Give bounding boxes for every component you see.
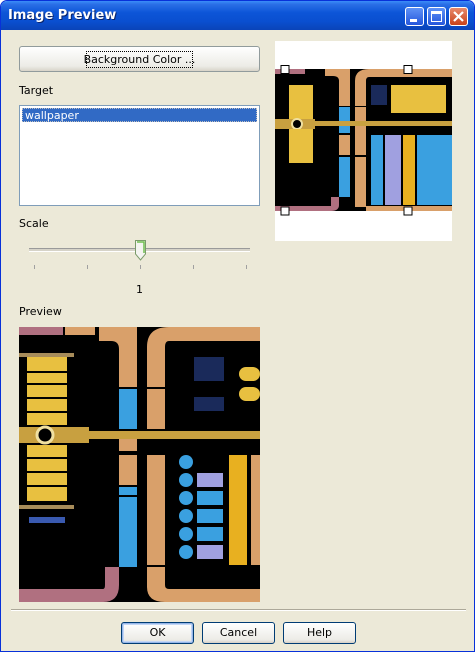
preview-image [19,327,260,602]
target-label: Target [19,84,54,97]
background-color-button[interactable]: Background Color ... [19,46,260,72]
close-button[interactable] [449,7,468,26]
separator [11,609,466,611]
title-bar[interactable]: Image Preview [1,1,474,30]
maximize-icon [431,11,442,22]
cancel-button[interactable]: Cancel [202,622,275,644]
preview-label: Preview [19,305,62,318]
slider-tick [246,265,247,269]
slider-tick [34,265,35,269]
close-icon [453,11,464,22]
scale-slider-thumb[interactable] [135,240,146,261]
ok-button[interactable]: OK [121,622,194,644]
image-preview-window: Image Preview Background Color ... Targe… [0,0,475,652]
minimize-icon [410,19,417,22]
scale-value: 1 [136,283,143,296]
thumbnail-canvas[interactable] [275,41,452,241]
lcars-thumbnail-image [275,65,452,216]
minimize-button[interactable] [405,7,424,26]
target-listbox[interactable]: wallpaper [19,105,260,206]
lcars-wallpaper-image [19,327,260,602]
scale-label: Scale [19,217,49,230]
focus-rectangle [86,51,193,68]
slider-tick [87,265,88,269]
maximize-button[interactable] [427,7,446,26]
help-button[interactable]: Help [283,622,356,644]
list-item-wallpaper[interactable]: wallpaper [22,108,257,122]
slider-tick [140,265,141,269]
window-title: Image Preview [8,8,117,23]
slider-tick [193,265,194,269]
